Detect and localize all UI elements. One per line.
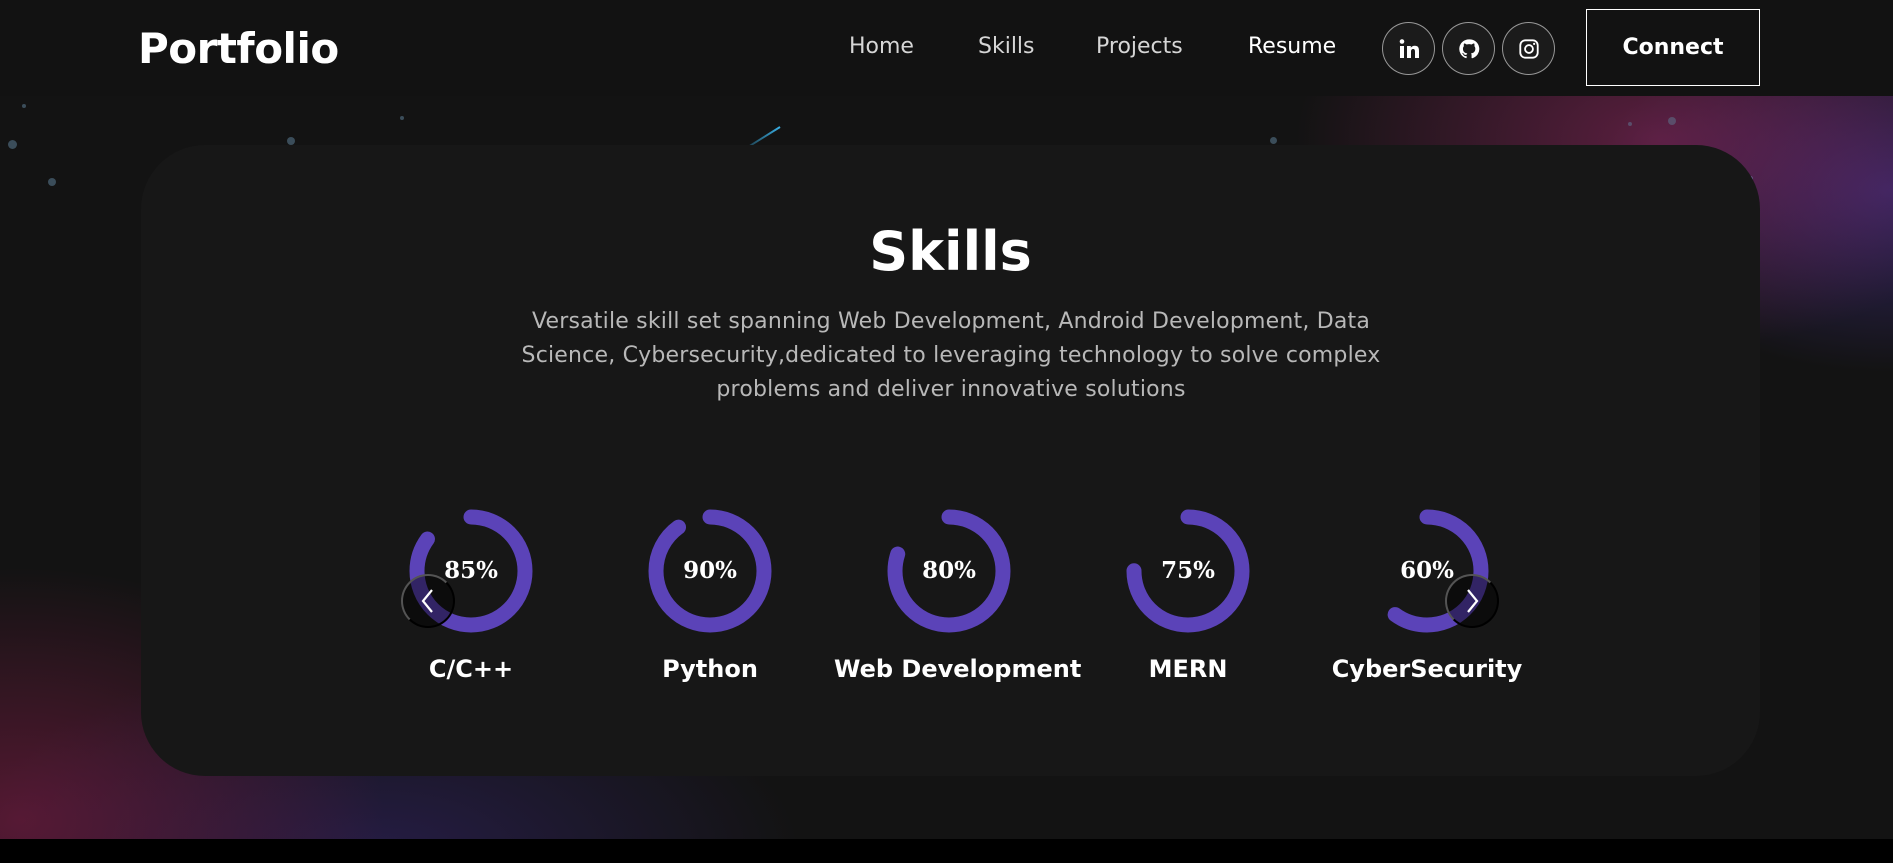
instagram-button[interactable] bbox=[1502, 22, 1555, 75]
star bbox=[48, 178, 56, 186]
skills-section: Skills Versatile skill set spanning Web … bbox=[141, 145, 1760, 776]
instagram-icon bbox=[1518, 38, 1539, 59]
skill-name: MERN bbox=[1148, 655, 1228, 683]
nav-skills[interactable]: Skills bbox=[978, 34, 1035, 59]
skill-gauge: 80% bbox=[883, 505, 1015, 637]
skills-description: Versatile skill set spanning Web Develop… bbox=[521, 309, 1381, 402]
carousel-prev-button[interactable] bbox=[401, 574, 455, 628]
star bbox=[287, 137, 295, 145]
star bbox=[400, 116, 404, 120]
linkedin-icon bbox=[1399, 38, 1419, 58]
star bbox=[1668, 117, 1676, 125]
skill-gauge: 90% bbox=[644, 505, 776, 637]
nav-projects[interactable]: Projects bbox=[1096, 34, 1183, 59]
nav-resume[interactable]: Resume bbox=[1248, 34, 1336, 59]
nav-home[interactable]: Home bbox=[849, 34, 914, 59]
star bbox=[8, 140, 17, 149]
chevron-left-icon bbox=[421, 589, 433, 613]
github-icon bbox=[1458, 38, 1479, 58]
skill-percentage: 80% bbox=[922, 556, 976, 584]
chevron-right-icon bbox=[1467, 589, 1479, 613]
star bbox=[1628, 122, 1632, 126]
carousel-next-button[interactable] bbox=[1445, 574, 1499, 628]
skill-percentage: 90% bbox=[683, 556, 737, 584]
skills-title: Skills bbox=[869, 220, 1032, 283]
skill-name: Python bbox=[662, 655, 758, 683]
skill-percentage: 75% bbox=[1161, 556, 1215, 584]
star bbox=[22, 104, 26, 108]
skill-name: C/C++ bbox=[428, 655, 514, 683]
connect-button[interactable]: Connect bbox=[1586, 9, 1760, 86]
github-button[interactable] bbox=[1442, 22, 1495, 75]
linkedin-button[interactable] bbox=[1382, 22, 1435, 75]
star bbox=[1270, 137, 1277, 144]
skill-name: Web Development bbox=[834, 655, 1082, 683]
skill-name: CyberSecurity bbox=[1331, 655, 1523, 683]
skill-gauge: 75% bbox=[1122, 505, 1254, 637]
logo[interactable]: Portfolio bbox=[138, 24, 339, 73]
